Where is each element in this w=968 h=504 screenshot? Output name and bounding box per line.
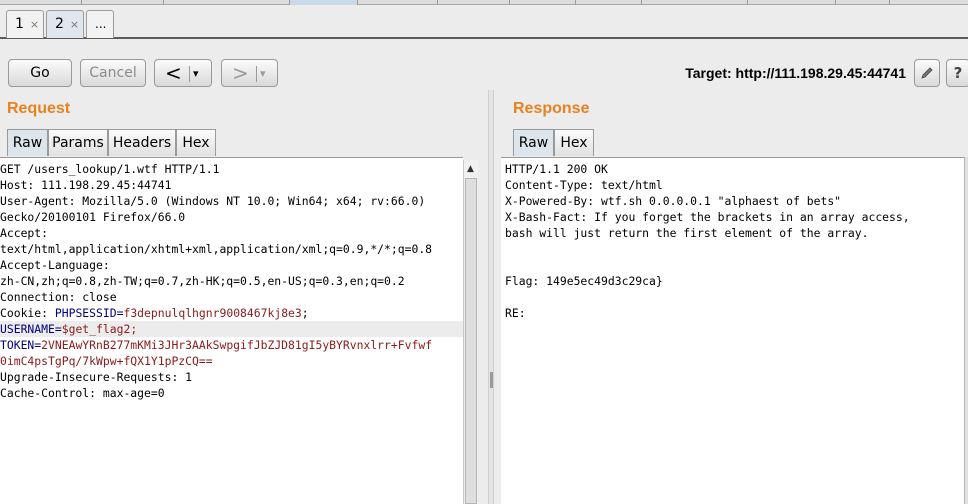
request-title: Request: [7, 100, 71, 117]
close-icon[interactable]: ×: [70, 18, 79, 31]
main-tab[interactable]: [0, 0, 82, 5]
separator: [189, 66, 190, 82]
main-tab[interactable]: [358, 0, 438, 5]
request-editor[interactable]: GET /users_lookup/1.wtf HTTP/1.1 Host: 1…: [0, 157, 464, 504]
request-line: GET /users_lookup/1.wtf HTTP/1.1: [0, 162, 220, 176]
response-line: X-Powered-By: wtf.sh 0.0.0.0.1 "alphaest…: [505, 194, 842, 208]
flag-line: Flag: 149e5ec49d3c29ca}: [505, 274, 663, 288]
request-line: Upgrade-Insecure-Requests: 1: [0, 370, 193, 384]
repeater-tabs: 1 × 2 × ...: [0, 10, 968, 39]
param-value: 0imC4psTgPq/7kWpw+fQX1Y1pPzCQ==: [0, 354, 213, 368]
separator: [256, 66, 257, 82]
cookie-line: Cookie: PHPSESSID=f3depnulqlhgnr9008467k…: [0, 306, 309, 320]
request-line: Connection: close: [0, 290, 117, 304]
request-line: Accept:: [0, 226, 49, 240]
repeater-tab-1[interactable]: 1 ×: [6, 10, 44, 38]
request-line: User-Agent: Mozilla/5.0 (Windows NT 10.0…: [0, 194, 426, 208]
split-divider[interactable]: [488, 90, 494, 504]
chevron-down-icon[interactable]: ▾: [193, 66, 199, 82]
tab-raw[interactable]: Raw: [513, 129, 554, 156]
tab-hex[interactable]: Hex: [554, 129, 594, 156]
new-tab-button[interactable]: ...: [86, 10, 114, 38]
response-line: X-Bash-Fact: If you forget the brackets …: [505, 210, 910, 224]
main-tab[interactable]: [642, 0, 748, 5]
cookie-line: 0imC4psTgPq/7kWpw+fQX1Y1pPzCQ==: [0, 353, 213, 369]
chevron-right-icon: >: [232, 61, 249, 85]
main-tab[interactable]: [82, 0, 164, 5]
divider-grip[interactable]: [490, 372, 493, 388]
param-value: f3depnulqlhgnr9008467kj8e3: [123, 306, 302, 320]
go-button[interactable]: Go: [8, 59, 72, 87]
param-name: TOKEN: [0, 338, 35, 352]
main-tab[interactable]: [576, 0, 642, 5]
tab-hex[interactable]: Hex: [176, 129, 216, 156]
scroll-thumb[interactable]: [465, 178, 477, 504]
request-scrollbar[interactable]: ▲: [463, 160, 478, 504]
cookie-line: TOKEN=2VNEAwYRnB277mKMi3JHr3AAkSwpgifJbZ…: [0, 338, 433, 352]
target-label: Target: http://111.198.29.45:44741: [685, 65, 906, 81]
chevron-left-icon: <: [165, 61, 182, 85]
main-tab-active[interactable]: [290, 0, 358, 5]
response-scrollbar[interactable]: [964, 157, 968, 504]
tab-headers[interactable]: Headers: [108, 129, 176, 156]
main-tab[interactable]: [438, 0, 510, 5]
main-tab-strip: [0, 0, 968, 5]
main-tab[interactable]: [510, 0, 576, 5]
close-icon[interactable]: ×: [30, 18, 39, 31]
param-name: PHPSESSID: [54, 306, 117, 320]
main-tab[interactable]: [164, 0, 290, 5]
back-button[interactable]: < ▾: [154, 59, 212, 87]
request-line: zh-CN,zh;q=0.8,zh-TW;q=0.7,zh-HK;q=0.5,e…: [0, 274, 405, 288]
request-line: Accept-Language:: [0, 258, 110, 272]
repeater-tab-2[interactable]: 2 ×: [46, 10, 84, 38]
tab-raw[interactable]: Raw: [7, 129, 48, 156]
param-value: 2VNEAwYRnB277mKMi3JHr3AAkSwpgifJbZJD81gI…: [41, 338, 433, 352]
tab-label: 1: [15, 16, 24, 32]
request-line: Host: 111.198.29.45:44741: [0, 178, 172, 192]
request-line: text/html,application/xhtml+xml,applicat…: [0, 242, 433, 256]
request-line: Gecko/20100101 Firefox/66.0: [0, 210, 186, 224]
tab-label: ...: [95, 17, 107, 31]
cancel-button[interactable]: Cancel: [80, 59, 146, 87]
pencil-icon[interactable]: [914, 59, 940, 87]
cookie-line: USERNAME=$get_flag2;: [0, 322, 138, 336]
response-line: bash will just return the first element …: [505, 226, 869, 240]
main-tab[interactable]: [748, 0, 836, 5]
request-line: Cache-Control: max-age=0: [0, 386, 165, 400]
response-line: HTTP/1.1 200 OK: [505, 162, 608, 176]
response-line: RE:: [505, 306, 526, 320]
tab-label: 2: [55, 16, 64, 32]
forward-button[interactable]: > ▾: [221, 59, 278, 87]
scroll-up-icon[interactable]: ▲: [467, 164, 474, 174]
tab-params[interactable]: Params: [48, 129, 108, 156]
help-icon[interactable]: ?: [946, 59, 968, 87]
response-line: Content-Type: text/html: [505, 178, 663, 192]
param-name: USERNAME: [0, 322, 55, 336]
param-value: $get_flag2: [61, 322, 131, 336]
response-editor[interactable]: HTTP/1.1 200 OK Content-Type: text/html …: [501, 157, 964, 504]
response-title: Response: [513, 100, 590, 117]
chevron-down-icon[interactable]: ▾: [260, 66, 266, 82]
main-tab[interactable]: [836, 0, 890, 5]
